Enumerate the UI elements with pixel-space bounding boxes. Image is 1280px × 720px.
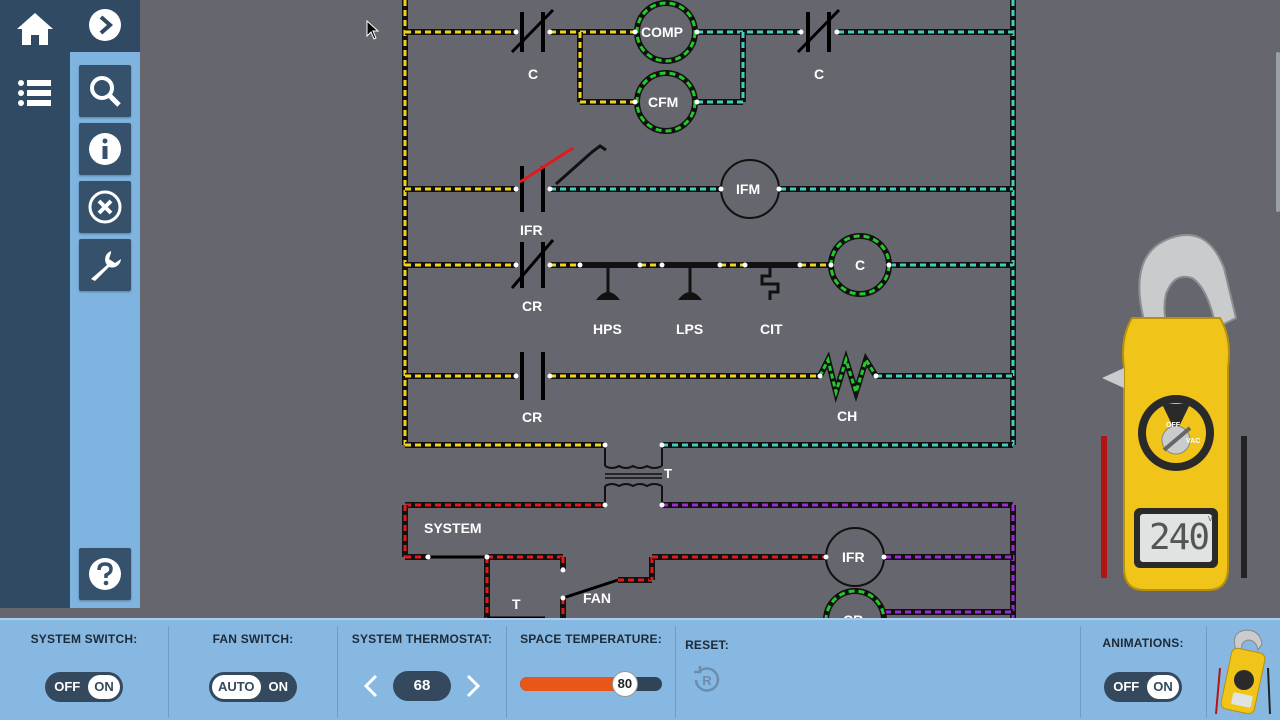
row-indoor-fan (405, 144, 1013, 219)
reset-section: RESET: R (676, 626, 738, 720)
tools-button[interactable] (79, 239, 131, 291)
meter-unit: V (1208, 516, 1213, 523)
row-compressor (405, 0, 1013, 134)
close-button[interactable] (79, 181, 131, 233)
next-button[interactable] (70, 0, 140, 52)
chevron-right-icon (466, 674, 481, 698)
clamp-meter[interactable]: OFF VAC 240 V (1096, 228, 1256, 598)
reset-button[interactable]: R (689, 662, 725, 698)
space-temperature-thumb[interactable]: 80 (611, 671, 638, 697)
thermostat-decrease-button[interactable] (359, 671, 383, 701)
meter-toggle-button[interactable] (1212, 628, 1274, 718)
thermostat-section: SYSTEM THERMOSTAT: 68 (338, 626, 506, 720)
row-crankcase-heater (405, 349, 1013, 404)
system-switch-on[interactable]: ON (88, 675, 120, 699)
tool-panel (70, 0, 140, 608)
chevron-right-icon (89, 9, 121, 41)
vertical-scrollbar[interactable] (1276, 52, 1280, 212)
control-bar: SYSTEM SWITCH: OFF ON FAN SWITCH: AUTO O… (0, 618, 1280, 720)
chevron-left-icon (363, 674, 378, 698)
thermostat-value: 68 (393, 671, 451, 701)
animations-title: ANIMATIONS: (1102, 636, 1184, 650)
fan-switch-toggle[interactable]: AUTO ON (208, 672, 298, 702)
search-icon (90, 76, 121, 107)
animations-on[interactable]: ON (1147, 675, 1179, 699)
wrench-icon (91, 251, 121, 281)
fan-switch-on[interactable]: ON (263, 675, 295, 699)
transformer (604, 445, 663, 505)
system-switch-toggle[interactable]: OFF ON (45, 672, 123, 702)
fan-switch-title: FAN SWITCH: (212, 632, 294, 646)
thermostat-increase-button[interactable] (461, 671, 485, 701)
meter-dial-vac-label: VAC (1186, 438, 1201, 445)
system-switch-section: SYSTEM SWITCH: OFF ON (0, 626, 168, 720)
system-switch-off[interactable]: OFF (48, 675, 86, 699)
reset-title: RESET: (685, 638, 729, 652)
row-compressor-contactor (405, 233, 1013, 300)
clamp-meter-icon (1215, 629, 1271, 715)
fan-switch-section: FAN SWITCH: AUTO ON (169, 626, 337, 720)
mouse-cursor-icon (366, 20, 380, 40)
control-circuit (402, 502, 1016, 618)
info-icon (89, 133, 121, 165)
thermostat-stepper: 68 (359, 671, 485, 701)
fan-switch-auto[interactable]: AUTO (211, 675, 261, 699)
home-icon (17, 13, 53, 45)
space-temperature-slider[interactable]: 80 (520, 671, 662, 697)
space-temperature-title: SPACE TEMPERATURE: (520, 632, 662, 646)
thermostat-title: SYSTEM THERMOSTAT: (351, 632, 493, 646)
left-navigation (0, 0, 70, 608)
info-button[interactable] (79, 123, 131, 175)
animations-off[interactable]: OFF (1107, 675, 1145, 699)
help-icon (89, 558, 121, 590)
reset-icon: R (694, 666, 720, 692)
help-button[interactable] (79, 548, 131, 600)
space-temperature-section: SPACE TEMPERATURE: 80 (507, 626, 675, 720)
svg-text:R: R (702, 673, 712, 688)
animations-toggle[interactable]: OFF ON (1104, 672, 1182, 702)
home-button[interactable] (12, 6, 58, 52)
meter-reading: 240 (1148, 517, 1210, 558)
close-circle-icon (88, 190, 122, 224)
system-switch-title: SYSTEM SWITCH: (30, 632, 138, 646)
list-icon (18, 80, 51, 106)
meter-dial-off-label: OFF (1166, 422, 1180, 429)
menu-button[interactable] (12, 70, 58, 116)
animations-section: ANIMATIONS: OFF ON (1081, 626, 1205, 720)
search-button[interactable] (79, 65, 131, 117)
